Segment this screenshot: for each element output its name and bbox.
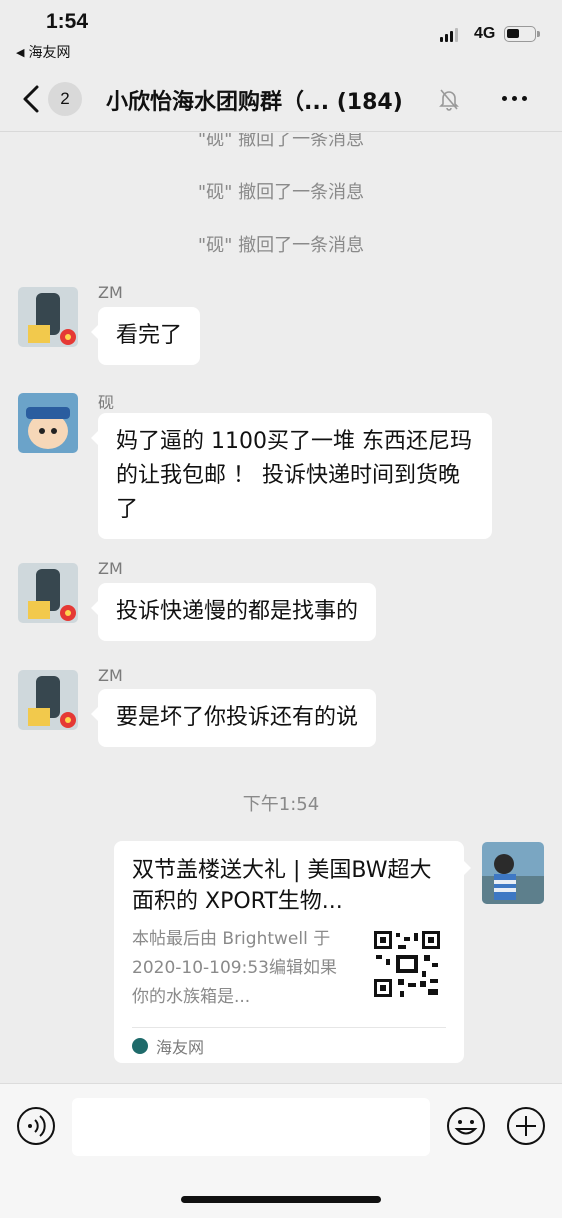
avatar[interactable]: [18, 670, 78, 730]
link-card-description: 本帖最后由 Brightwell 于 2020-10-109:53编辑如果你的水…: [132, 929, 337, 1007]
link-card-source: 海友网: [132, 1034, 204, 1058]
voice-icon[interactable]: [16, 1106, 56, 1146]
message-bubble[interactable]: 妈了逼的 1100买了一堆 东西还尼玛的让我包邮 ！ 投诉快递时间到货晚了: [91, 413, 492, 539]
back-to-app[interactable]: ◀ 海友网: [16, 42, 70, 62]
status-time: 1:54: [46, 10, 89, 33]
plus-icon[interactable]: [506, 1106, 546, 1146]
recall-notice: "砚" 撤回了一条消息: [197, 182, 365, 203]
back-app-label: 海友网: [28, 45, 71, 61]
link-card[interactable]: 双节盖楼送大礼 | 美国BW超大面积的 XPORT生物... 本帖最后由 Bri…: [114, 841, 471, 1063]
avatar[interactable]: [18, 563, 78, 623]
unread-count-badge[interactable]: 2: [48, 82, 82, 116]
link-card-source-label: 海友网: [156, 1038, 205, 1057]
bell-off-icon: [439, 89, 459, 111]
sender-name: ZM: [98, 283, 123, 302]
signal-icon: [440, 28, 458, 42]
my-avatar[interactable]: [482, 842, 544, 904]
network-type: 4G: [474, 25, 496, 42]
avatar[interactable]: [18, 393, 78, 453]
message-bubble[interactable]: 投诉快递慢的都是找事的: [90, 583, 377, 641]
chat-title[interactable]: 小欣怡海水团购群（... (184): [106, 84, 403, 116]
qr-code-thumbnail: [372, 929, 442, 999]
home-indicator[interactable]: [181, 1196, 381, 1203]
sender-name: ZM: [98, 666, 123, 685]
recall-notice: "砚" 撤回了一条消息: [197, 133, 365, 150]
message-input[interactable]: [72, 1098, 430, 1156]
more-icon[interactable]: [502, 96, 527, 101]
status-bar: 1:54 ◀ 海友网 4G: [0, 0, 562, 66]
sender-name: ZM: [98, 559, 123, 578]
back-triangle-icon: ◀: [16, 45, 25, 59]
recall-notice: "砚" 撤回了一条消息: [197, 235, 365, 256]
message-list[interactable]: "砚" 撤回了一条消息 "砚" 撤回了一条消息 "砚" 撤回了一条消息 ZM 看…: [0, 133, 562, 1083]
link-card-divider: [132, 1027, 446, 1028]
message-bubble[interactable]: 要是坏了你投诉还有的说: [90, 689, 377, 747]
source-logo-icon: [132, 1038, 148, 1054]
sender-name: 砚: [98, 393, 115, 412]
emoji-icon[interactable]: [446, 1106, 486, 1146]
back-arrow-icon[interactable]: [20, 84, 44, 114]
link-card-title: 双节盖楼送大礼 | 美国BW超大面积的 XPORT生物...: [132, 858, 432, 914]
chat-header: 2 小欣怡海水团购群（... (184): [0, 66, 562, 132]
avatar[interactable]: [18, 287, 78, 347]
message-timestamp: 下午1:54: [242, 794, 320, 815]
message-bubble[interactable]: 看完了: [90, 307, 201, 365]
battery-icon: [504, 26, 540, 42]
